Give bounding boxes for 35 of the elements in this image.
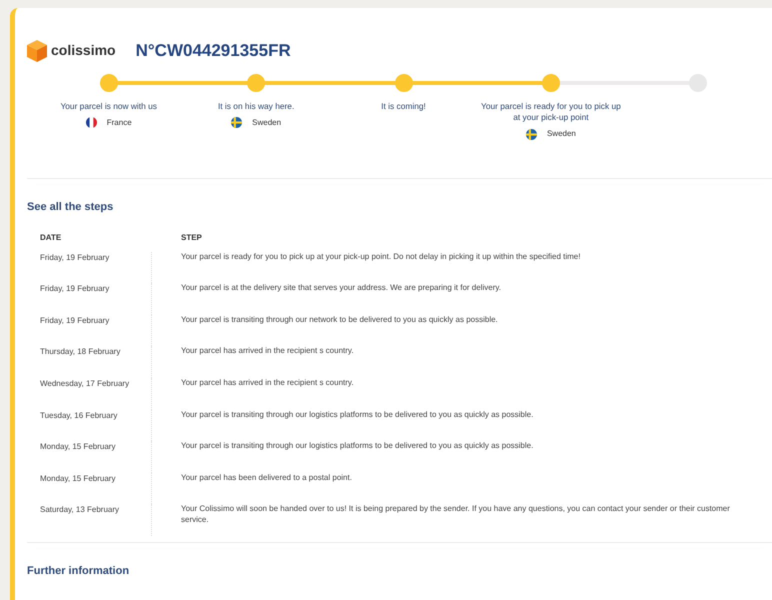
date-cell: Friday, 19 February [40,252,110,262]
date-cell: Friday, 19 February [40,316,110,325]
step-label: Your parcel is now with us [60,100,157,112]
date-cell: Monday, 15 February [40,474,116,483]
step-label: It is on his way here. [218,100,294,112]
section-title: See all the steps [27,200,114,216]
date-cell: Monday, 15 February [40,442,116,452]
step-cell: Your parcel is transiting through our logistics platforms to be delivered to you as quickly as possible. [181,441,534,450]
flag-icon [526,128,537,140]
step-cell: Your parcel has arrived in the recipient s country. [181,378,354,388]
date-cell: Tuesday, 16 February [40,410,118,420]
country-name: Sweden [252,116,282,129]
date-cell: Saturday, 13 February [40,505,120,514]
column-header: DATE [40,232,62,244]
step-cell: Your parcel is transiting through our logistics platforms to be delivered to you as quickly as possible. [181,410,534,419]
step-label: Your parcel is ready for you to pick up at your pick-up point [480,100,621,124]
date-cell: Wednesday, 17 February [40,379,130,388]
country-name: Sweden [546,128,576,140]
section-title: Further information [27,564,130,580]
step-cell: Your parcel is transiting through our network to be delivered to you as quickly as possible. [181,314,498,324]
step-cell: Your parcel has arrived in the recipient s country. [181,346,354,356]
step-label: It is coming! [381,100,426,112]
flag-icon [231,117,242,128]
step-cell: Your Colissimo will soon be handed over to us! It is being prepared by the sender. If you have any questions, you can contact your sender or their customer service. [181,504,730,524]
date-cell: Thursday, 18 February [40,347,120,356]
brand-name: colissimo [51,41,116,60]
step-cell: Your parcel is ready for you to pick up at your pick-up point. Do not delay in picking it up within the specified time! [181,252,580,261]
flag-icon [86,117,97,128]
step-cell: Your parcel has been delivered to a postal point. [181,472,352,482]
date-cell: Friday, 19 February [40,284,110,294]
step-cell: Your parcel is at the delivery site that serves your address. We are preparing it for delivery. [181,283,502,292]
country-name: France [106,116,132,129]
tracking-number: N°CW044291355FR [136,40,291,62]
column-header: STEP [181,232,202,244]
box-logo-icon [27,40,47,62]
